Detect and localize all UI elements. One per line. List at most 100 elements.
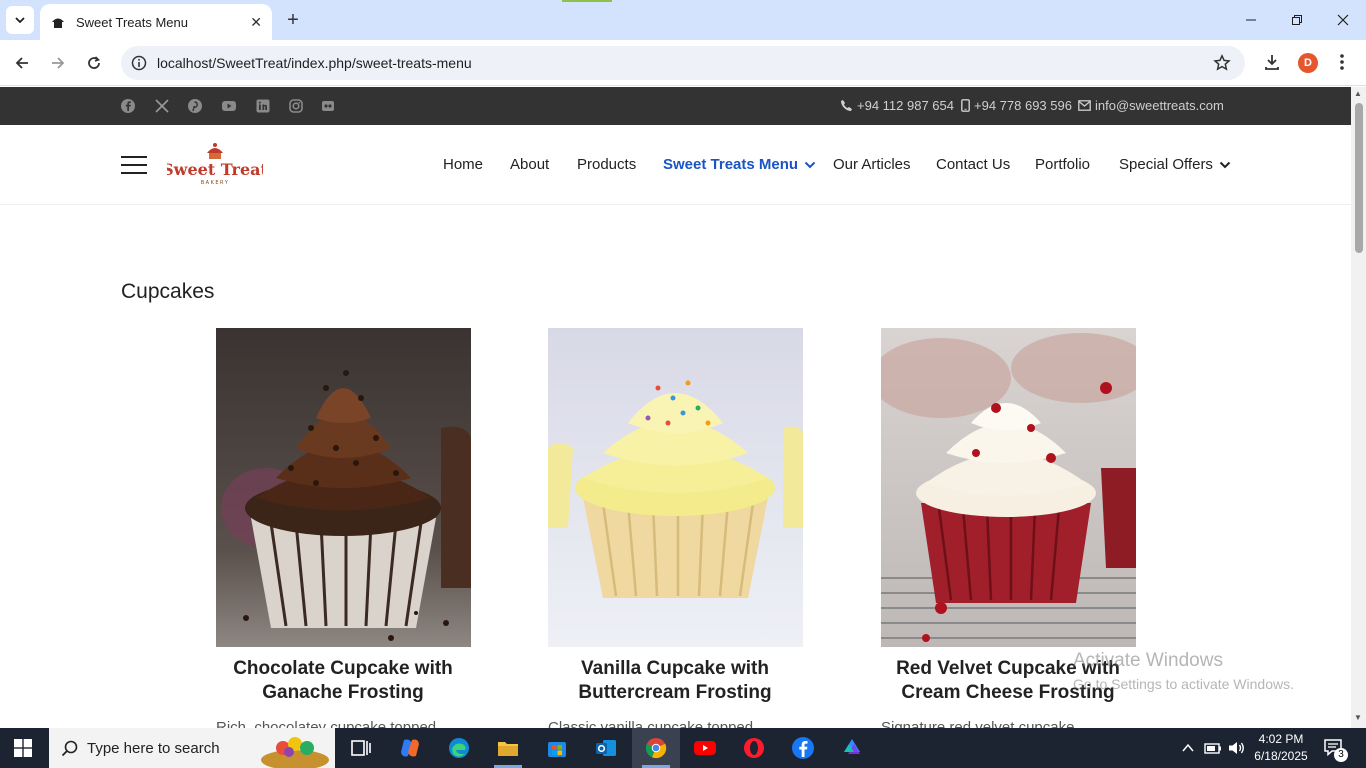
phone-icon	[841, 100, 852, 111]
address-bar[interactable]: localhost/SweetTreat/index.php/sweet-tre…	[121, 46, 1245, 80]
url-text: localhost/SweetTreat/index.php/sweet-tre…	[157, 55, 472, 71]
facebook-icon[interactable]	[120, 98, 136, 114]
task-view-icon[interactable]	[349, 736, 373, 760]
product-desc-chocolate: Rich, chocolatey cupcake topped	[216, 719, 437, 728]
search-icon	[61, 740, 78, 757]
nav-sweet-treats-menu[interactable]: Sweet Treats Menu	[663, 156, 816, 173]
volume-icon[interactable]	[1228, 740, 1246, 756]
taskbar-clock[interactable]: 4:02 PM 6/18/2025	[1250, 731, 1312, 765]
back-button[interactable]	[9, 50, 35, 76]
forward-button[interactable]	[45, 50, 71, 76]
product-title-chocolate[interactable]: Chocolate Cupcake with Ganache Frosting	[193, 657, 493, 705]
site-info-icon[interactable]	[131, 55, 147, 71]
product-title-vanilla[interactable]: Vanilla Cupcake with Buttercream Frostin…	[525, 657, 825, 705]
outlook-icon[interactable]	[594, 736, 618, 760]
bookmark-star-icon[interactable]	[1213, 54, 1231, 72]
microsoft-store-icon[interactable]	[545, 736, 569, 760]
nav-sweet-treats-menu-label: Sweet Treats Menu	[663, 156, 799, 173]
site-logo[interactable]: Sweet Treat BAKERY	[162, 141, 268, 187]
chevron-up-icon[interactable]	[1182, 743, 1194, 753]
nav-our-articles[interactable]: Our Articles	[833, 156, 911, 173]
product-image-vanilla-cupcake[interactable]	[548, 328, 803, 647]
nav-portfolio[interactable]: Portfolio	[1035, 156, 1090, 173]
nav-contact-us[interactable]: Contact Us	[936, 156, 1010, 173]
top-contact-bar: +94 112 987 654 +94 778 693 596 info@swe…	[0, 87, 1351, 125]
x-icon[interactable]	[154, 98, 170, 114]
product-title-line2: Ganache Frosting	[262, 682, 424, 703]
flickr-icon[interactable]	[320, 98, 336, 114]
download-icon[interactable]	[1262, 52, 1282, 72]
clock-date: 6/18/2025	[1254, 749, 1308, 763]
main-navigation: Sweet Treat BAKERY Home About Products S…	[0, 125, 1351, 205]
product-image-chocolate-cupcake[interactable]	[216, 328, 471, 647]
search-placeholder: Type here to search	[87, 739, 220, 757]
chevron-down-icon	[15, 17, 25, 24]
loading-indicator	[562, 0, 612, 2]
hamburger-menu-icon[interactable]	[121, 156, 147, 174]
product-title-line1: Vanilla Cupcake with	[581, 658, 769, 679]
minimize-icon	[1246, 19, 1256, 21]
restore-button[interactable]	[1274, 0, 1320, 40]
more-menu-icon[interactable]	[1338, 52, 1346, 72]
tab-title: Sweet Treats Menu	[76, 14, 188, 30]
section-title: Cupcakes	[121, 280, 215, 303]
watermark-line2: Go to Settings to activate Windows.	[1073, 676, 1294, 692]
notification-count-badge: 3	[1334, 748, 1348, 762]
product-title-line2: Buttercream Frosting	[578, 682, 772, 703]
product-desc-red-velvet: Signature red velvet cupcake	[881, 719, 1075, 728]
facebook-app-icon[interactable]	[791, 736, 815, 760]
battery-icon[interactable]	[1204, 741, 1222, 755]
browser-toolbar: localhost/SweetTreat/index.php/sweet-tre…	[0, 40, 1366, 86]
youtube-icon[interactable]	[221, 98, 237, 114]
scroll-up-arrow-icon[interactable]: ▲	[1354, 89, 1362, 98]
mobile-icon	[961, 99, 970, 112]
cupcake-favicon-icon	[52, 18, 64, 28]
logo-text: Sweet Treat	[167, 160, 263, 179]
nav-special-offers[interactable]: Special Offers	[1119, 156, 1231, 173]
chrome-icon[interactable]	[644, 736, 668, 760]
instagram-icon[interactable]	[288, 98, 304, 114]
product-desc-vanilla: Classic vanilla cupcake topped	[548, 719, 754, 728]
product-image-red-velvet-cupcake[interactable]	[881, 328, 1136, 647]
logo-subtext: BAKERY	[201, 180, 230, 186]
logo-graphic: Sweet Treat BAKERY	[162, 143, 268, 186]
youtube-app-icon[interactable]	[693, 736, 717, 760]
watermark-line1: Activate Windows	[1073, 650, 1223, 671]
file-explorer-icon[interactable]	[496, 736, 520, 760]
tab-search-button[interactable]	[6, 6, 34, 34]
browser-tab[interactable]: Sweet Treats Menu ✕	[40, 4, 272, 40]
copilot-icon[interactable]	[398, 736, 422, 760]
restore-icon	[1292, 15, 1302, 25]
email-contact[interactable]: info@sweettreats.com	[1078, 98, 1224, 113]
edge-browser-icon[interactable]	[447, 736, 471, 760]
scroll-down-arrow-icon[interactable]: ▼	[1354, 713, 1362, 722]
taskbar-search-box[interactable]: Type here to search	[49, 728, 335, 768]
scroll-thumb[interactable]	[1355, 103, 1363, 253]
reload-button[interactable]	[81, 50, 107, 76]
activate-windows-watermark: Activate Windows Go to Settings to activ…	[1073, 650, 1294, 692]
envelope-icon	[1078, 100, 1091, 111]
nav-home[interactable]: Home	[443, 156, 483, 173]
mobile-contact[interactable]: +94 778 693 596	[961, 98, 1072, 113]
arrow-right-icon	[52, 57, 65, 69]
close-tab-icon[interactable]: ✕	[250, 14, 262, 31]
product-title-line1: Chocolate Cupcake with	[233, 658, 453, 679]
pinterest-icon[interactable]	[187, 98, 203, 114]
phone-contact[interactable]: +94 112 987 654	[840, 98, 954, 113]
windows-start-icon[interactable]	[14, 739, 32, 757]
close-window-button[interactable]	[1320, 0, 1366, 40]
opera-icon[interactable]	[742, 736, 766, 760]
linkedin-icon[interactable]	[255, 98, 271, 114]
clock-time: 4:02 PM	[1258, 732, 1304, 746]
new-tab-button[interactable]: +	[282, 8, 304, 32]
m365-icon[interactable]	[840, 736, 864, 760]
email-address: info@sweettreats.com	[1095, 98, 1224, 113]
mobile-number: +94 778 693 596	[974, 98, 1072, 113]
minimize-button[interactable]	[1228, 0, 1274, 40]
profile-avatar[interactable]: D	[1298, 53, 1318, 73]
nav-about[interactable]: About	[510, 156, 549, 173]
nav-special-offers-label: Special Offers	[1119, 156, 1213, 173]
nav-products[interactable]: Products	[577, 156, 636, 173]
page-scrollbar[interactable]: ▲ ▼	[1351, 87, 1366, 728]
chevron-down-icon	[1219, 161, 1231, 169]
